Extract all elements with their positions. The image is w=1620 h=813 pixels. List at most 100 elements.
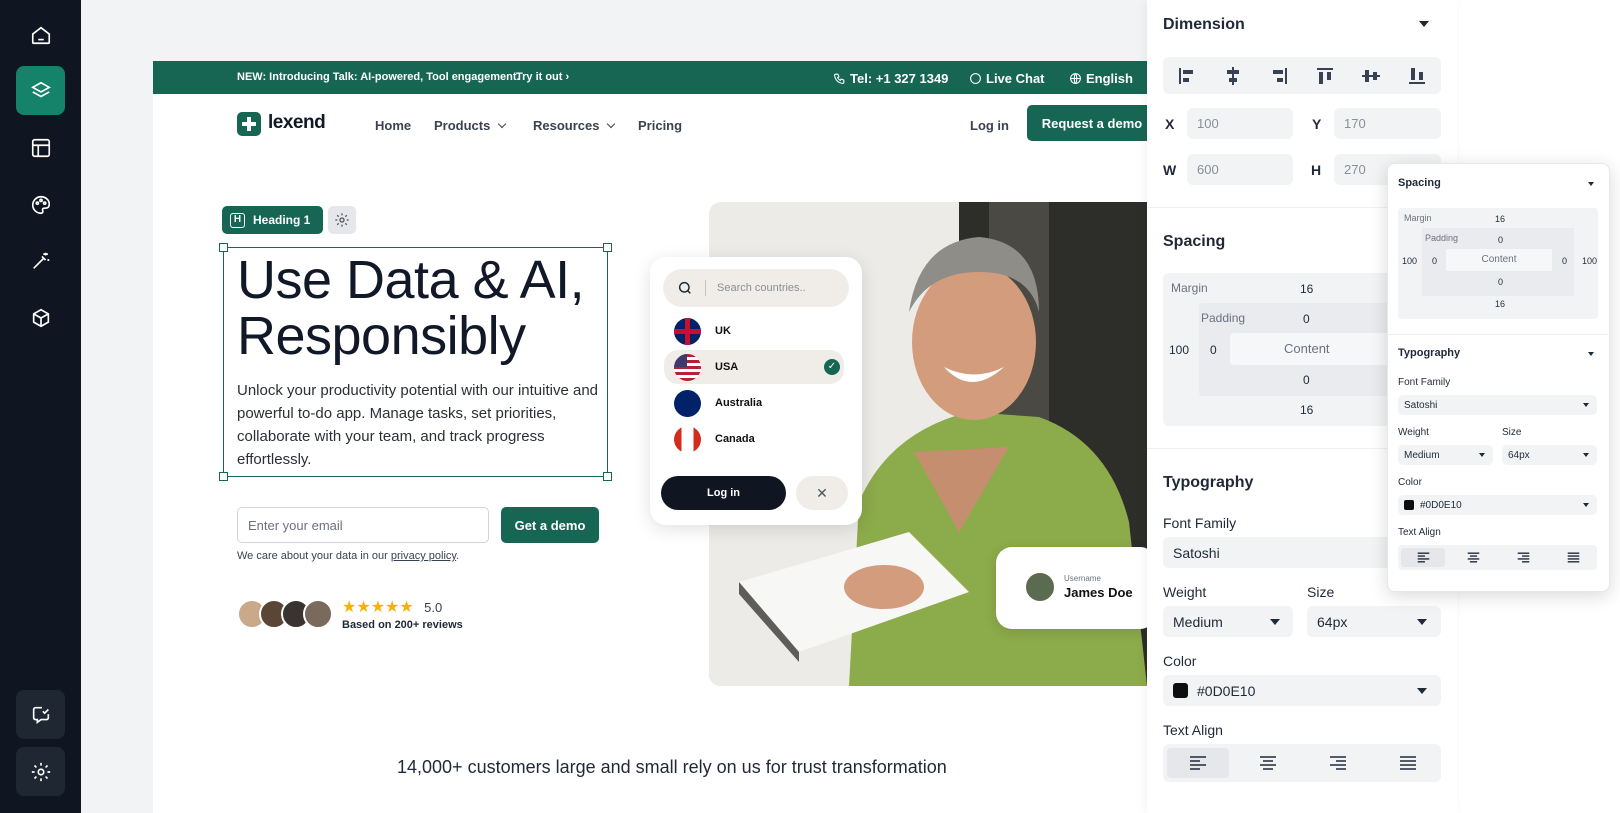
uk-flag-icon <box>674 317 701 345</box>
nav-pricing[interactable]: Pricing <box>638 118 682 133</box>
try-it-link[interactable]: Try it out › <box>516 71 569 83</box>
cube-icon[interactable] <box>16 293 65 342</box>
avatar <box>303 599 333 629</box>
search-icon <box>678 281 691 294</box>
check-icon: ✓ <box>824 359 840 375</box>
text-align-right-icon <box>1517 552 1530 563</box>
close-icon[interactable]: ✕ <box>796 476 848 510</box>
star-icon: ★ <box>370 599 386 616</box>
y-input[interactable]: 170 <box>1334 108 1441 139</box>
resize-handle[interactable] <box>603 472 612 481</box>
dimension-title: Dimension <box>1163 16 1245 33</box>
star-icon: ★ <box>399 599 414 616</box>
align-left-icon <box>1179 68 1193 84</box>
w-input[interactable]: 600 <box>1187 154 1293 185</box>
rating-stars: ★★★★★ 5.0 <box>342 597 442 617</box>
resize-handle[interactable] <box>219 243 228 252</box>
float-spacing-title: Spacing <box>1398 177 1441 189</box>
align-right-icon <box>1273 68 1287 84</box>
home-icon[interactable] <box>16 10 65 59</box>
resize-handle[interactable] <box>603 243 612 252</box>
get-demo-button[interactable]: Get a demo <box>501 507 599 543</box>
star-icon: ★ <box>356 599 371 616</box>
magic-wand-icon[interactable] <box>16 236 65 285</box>
nav-login[interactable]: Log in <box>970 118 1009 133</box>
float-typography-title: Typography <box>1398 347 1461 359</box>
settings-icon[interactable] <box>16 747 65 796</box>
country-selector-card: Search countries.. UK USA ✓ Australia Ca… <box>650 257 862 525</box>
layers-icon[interactable] <box>16 66 65 115</box>
user-card: Username James Doe <box>996 547 1156 629</box>
color-swatch <box>1404 500 1414 510</box>
text-align-center-icon <box>1260 756 1276 770</box>
avatar <box>1024 571 1056 603</box>
request-demo-button[interactable]: Request a demo <box>1027 105 1147 141</box>
w-label: W <box>1163 162 1177 178</box>
reviewer-avatars <box>237 599 337 631</box>
caret-down-icon[interactable] <box>1588 352 1594 356</box>
color-select[interactable]: #0D0E10 <box>1163 675 1441 706</box>
phone-text[interactable]: Tel: +1 327 1349 <box>833 71 948 86</box>
chat-icon <box>970 73 981 84</box>
x-label: X <box>1165 116 1175 132</box>
text-align-center-icon <box>1467 552 1480 563</box>
announcement-text: NEW: Introducing Talk: AI-powered, Tool … <box>237 71 520 83</box>
reviews-count: Based on 200+ reviews <box>342 619 463 631</box>
caret-down-icon[interactable] <box>1588 182 1594 186</box>
username-value: James Doe <box>1064 585 1133 600</box>
caret-down-icon <box>1583 503 1589 507</box>
spacing-title: Spacing <box>1163 233 1226 250</box>
logo-text[interactable]: lexend <box>268 112 326 134</box>
layout-icon[interactable] <box>16 123 65 172</box>
floating-style-panel: Spacing Margin 16 Padding 0 100 0 Conten… <box>1387 163 1611 592</box>
country-search-input[interactable]: Search countries.. <box>663 269 849 307</box>
text-align-justify-icon <box>1567 552 1580 563</box>
h-label: H <box>1311 162 1322 178</box>
element-settings-button[interactable] <box>328 206 356 234</box>
username-label: Username <box>1064 574 1101 583</box>
live-chat-link[interactable]: Live Chat <box>969 71 1045 86</box>
rating-value: 5.0 <box>424 600 443 615</box>
float-text-align-toolbar <box>1398 545 1597 570</box>
text-align-label: Text Align <box>1163 722 1223 738</box>
font-family-label: Font Family <box>1163 515 1237 531</box>
palette-icon[interactable] <box>16 180 65 229</box>
hero-heading[interactable]: Use Data & AI, Responsibly <box>237 252 607 364</box>
globe-icon <box>1070 73 1081 84</box>
australia-flag-icon <box>674 389 701 417</box>
email-input[interactable]: Enter your email <box>237 507 489 543</box>
nav-resources[interactable]: Resources <box>533 118 616 133</box>
align-center-h-icon <box>1227 67 1239 85</box>
float-spacing-box[interactable]: Margin 16 Padding 0 100 0 Content 0 100 … <box>1398 208 1598 319</box>
float-text-align-label: Text Align <box>1398 527 1441 538</box>
x-input[interactable]: 100 <box>1187 108 1293 139</box>
heading-icon: H <box>230 212 245 228</box>
float-color-select[interactable]: #0D0E10 <box>1398 495 1597 515</box>
announcement-bar: NEW: Introducing Talk: AI-powered, Tool … <box>153 61 1147 101</box>
float-color-label: Color <box>1398 477 1422 488</box>
country-option-selected[interactable]: USA ✓ <box>664 350 844 384</box>
text-align-justify-icon <box>1400 756 1416 770</box>
chevron-down-icon <box>498 119 507 129</box>
caret-down-icon[interactable] <box>1419 21 1429 27</box>
float-font-family-select[interactable]: Satoshi <box>1398 395 1597 415</box>
nav-home[interactable]: Home <box>375 118 411 133</box>
star-icon: ★ <box>342 599 357 616</box>
country-option[interactable]: Australia <box>664 386 844 420</box>
canada-flag-icon <box>674 425 701 453</box>
selection-label[interactable]: H Heading 1 <box>222 206 323 234</box>
country-option[interactable]: Canada <box>664 422 844 456</box>
caret-down-icon <box>1417 619 1427 625</box>
align-toolbar <box>1163 57 1441 94</box>
text-align-left-icon <box>1417 552 1430 563</box>
privacy-note: We care about your data in our privacy p… <box>237 550 460 562</box>
align-top-icon <box>1317 68 1333 84</box>
card-login-button[interactable]: Log in <box>661 476 786 510</box>
nav-products[interactable]: Products <box>434 118 507 133</box>
resize-handle[interactable] <box>219 472 228 481</box>
align-middle-icon <box>1362 70 1380 82</box>
feedback-icon[interactable] <box>16 690 65 739</box>
color-swatch <box>1173 683 1188 698</box>
country-option[interactable]: UK <box>664 314 844 348</box>
privacy-link[interactable]: privacy policy <box>391 550 456 562</box>
